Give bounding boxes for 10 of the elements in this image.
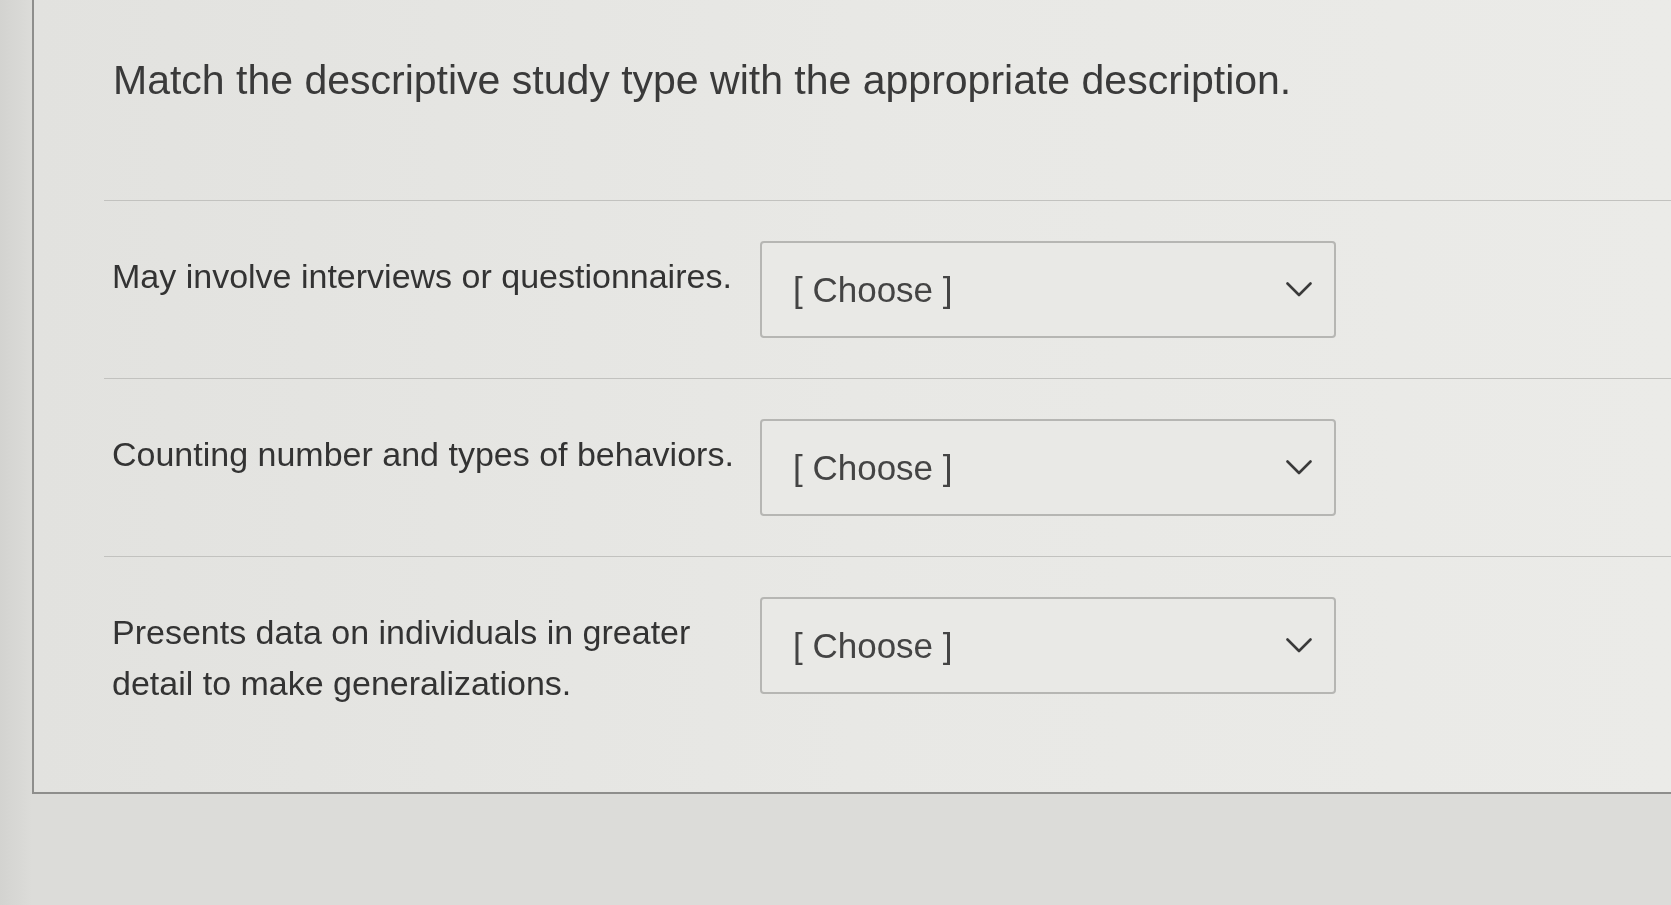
question-prompt: Match the descriptive study type with the appropriate description. [113, 56, 1292, 104]
chevron-down-icon [1286, 460, 1312, 475]
chevron-down-icon [1286, 282, 1312, 297]
answer-dropdown[interactable]: [ Choose ] [760, 241, 1336, 338]
description-text: Presents data on individuals in greater detail to make generalizations. [111, 612, 692, 704]
answer-dropdown[interactable]: [ Choose ] [760, 597, 1336, 694]
answer-dropdown[interactable]: [ Choose ] [760, 419, 1336, 516]
chevron-down-icon [1286, 638, 1312, 653]
description-text: Counting number and types of behaviors. [111, 434, 735, 475]
description-text: May involve interviews or questionnaires. [111, 256, 733, 297]
